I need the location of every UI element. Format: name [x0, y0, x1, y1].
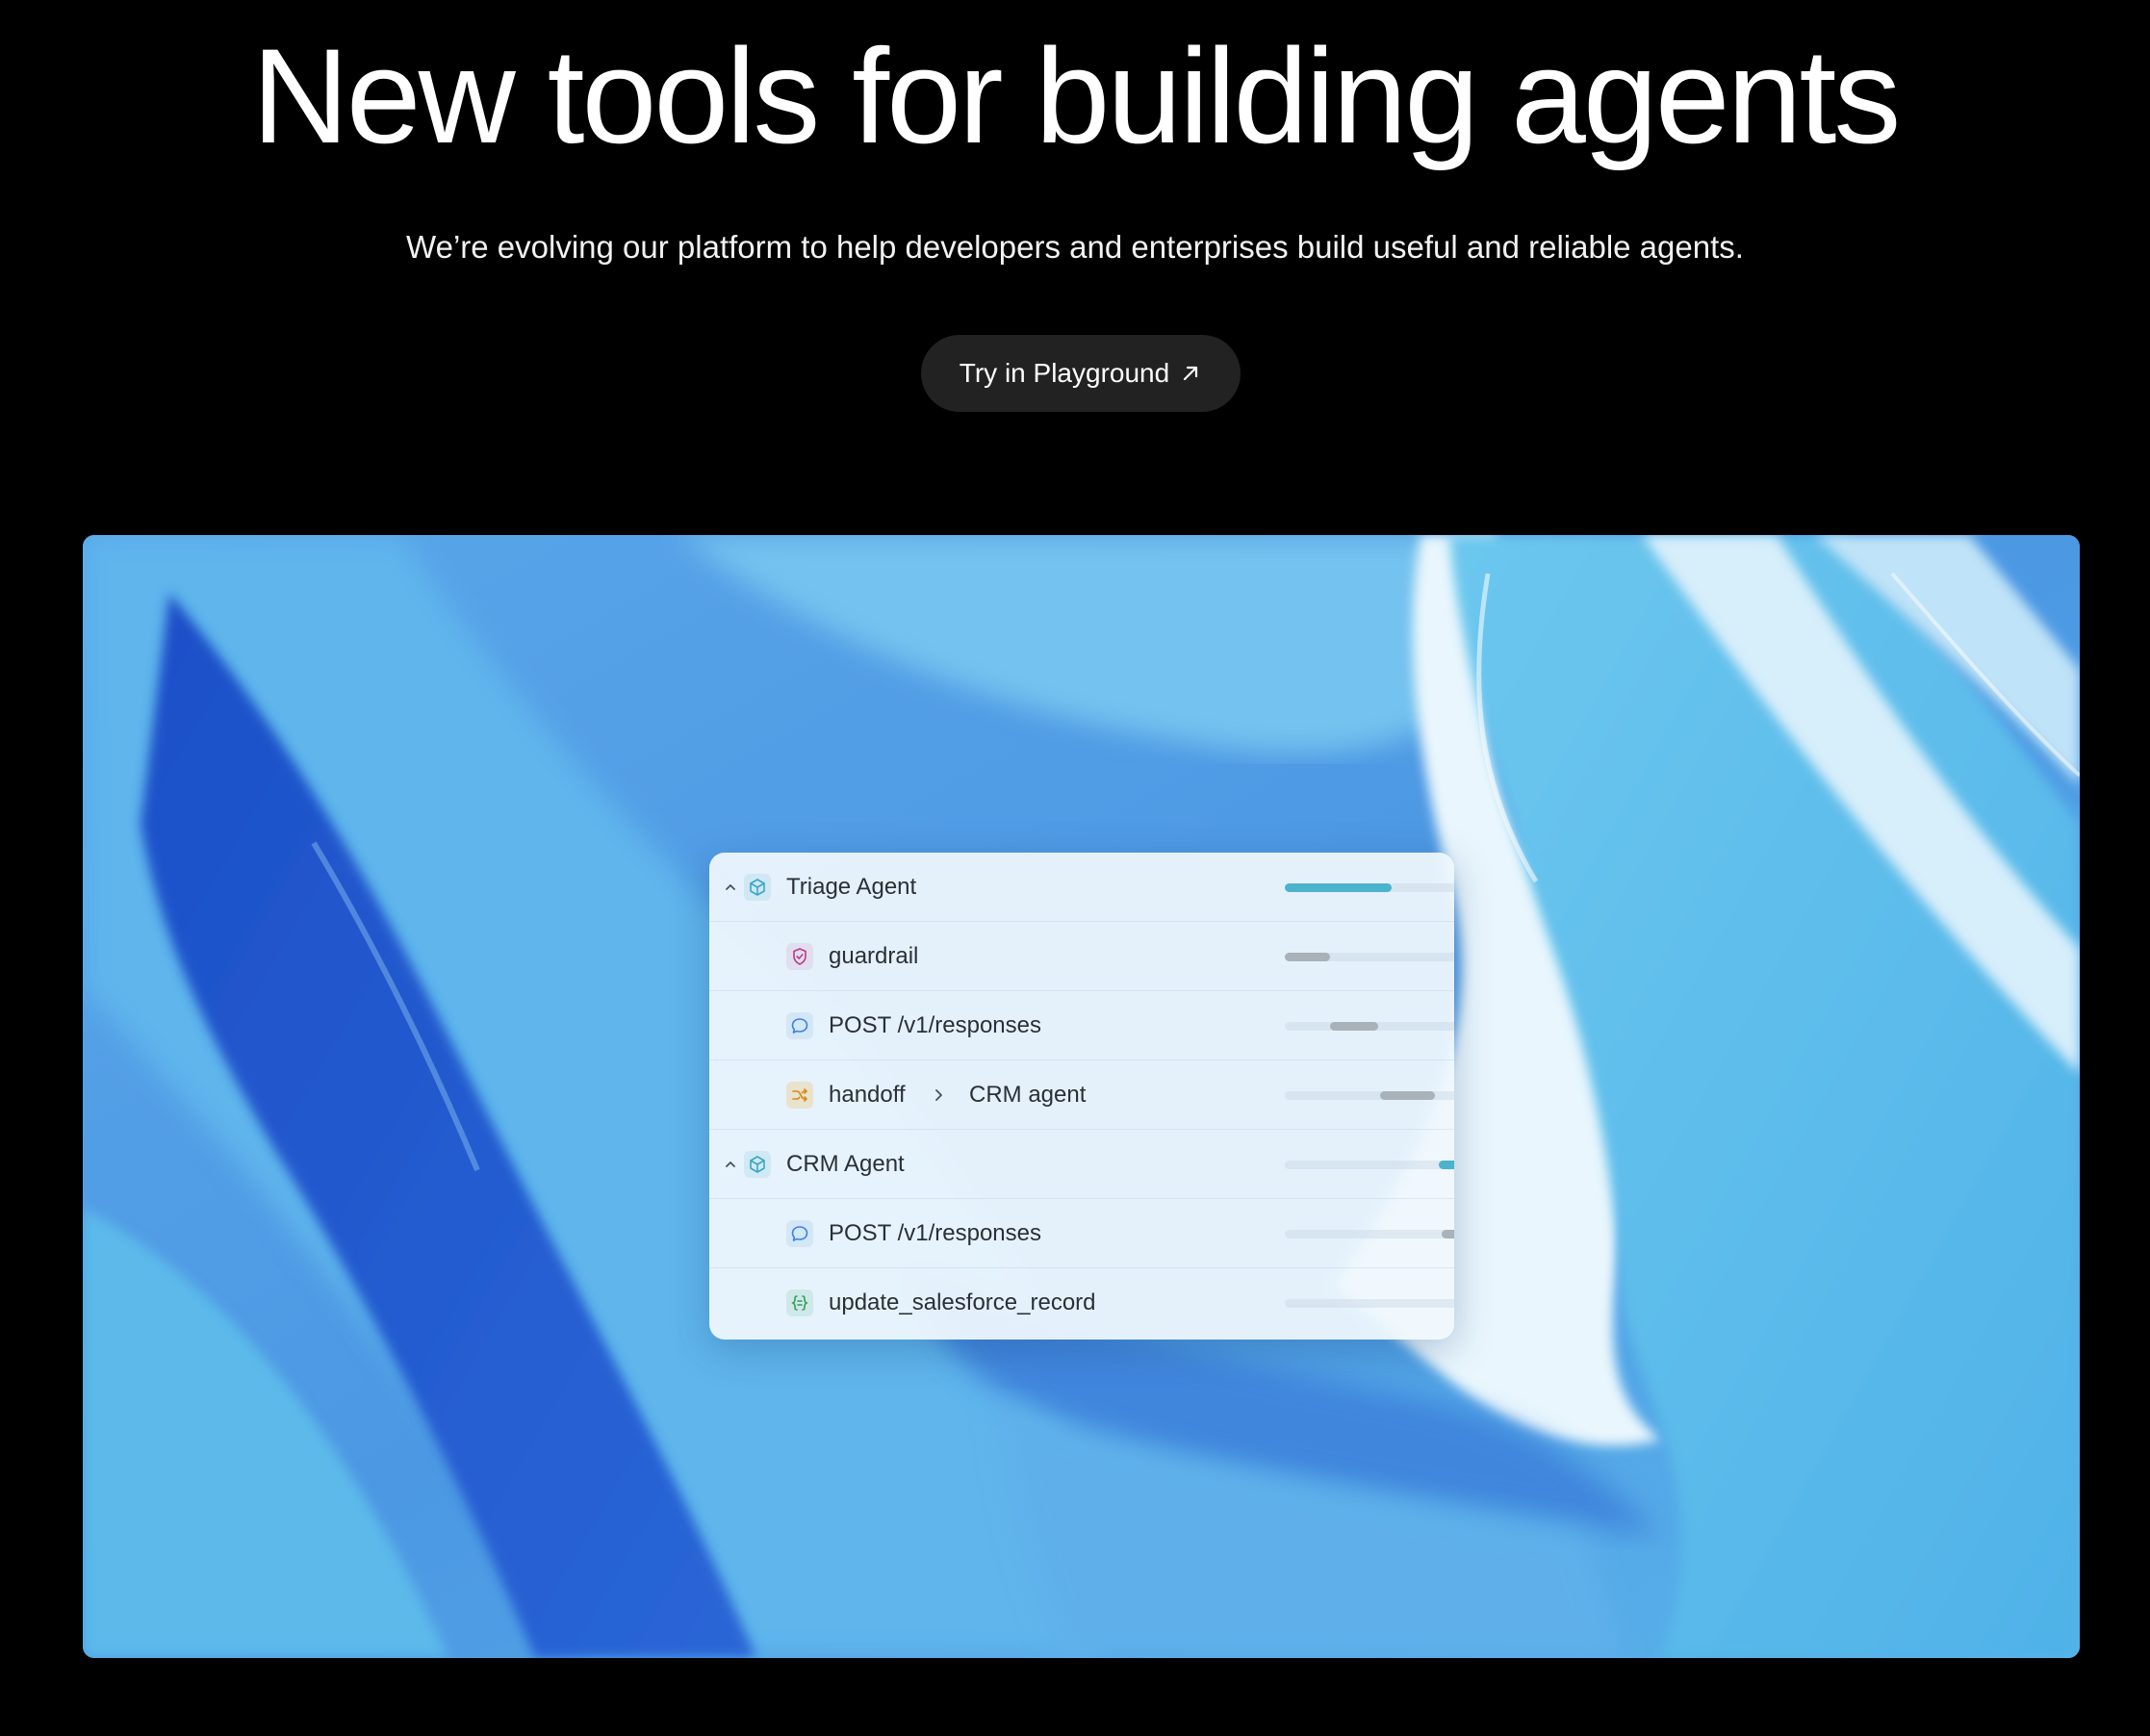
- hero-artwork: Triage Agent guardrail POST /v1/responses h…: [83, 535, 2080, 1658]
- chat-bubble-icon: [786, 1220, 813, 1247]
- trace-span-row[interactable]: guardrail: [709, 922, 1454, 991]
- handoff-target-label: CRM agent: [969, 1082, 1087, 1108]
- trace-row-label: update_salesforce_record: [829, 1289, 1096, 1315]
- trace-span-row[interactable]: POST /v1/responses: [709, 1199, 1454, 1268]
- timeline-bar: [1285, 953, 1331, 961]
- trace-row-label: Triage Agent: [786, 874, 917, 900]
- trace-agent-row[interactable]: Triage Agent: [709, 853, 1454, 922]
- timeline-bar: [1441, 1230, 1454, 1238]
- trace-span-row[interactable]: handoff CRM agent: [709, 1060, 1454, 1130]
- cube-icon: [744, 1151, 771, 1178]
- cube-icon: [744, 874, 771, 901]
- page-title: New tools for building agents: [251, 20, 1902, 171]
- function-braces-icon: [786, 1289, 813, 1316]
- chevron-right-icon: [929, 1085, 948, 1105]
- chevron-up-icon[interactable]: [721, 878, 740, 897]
- try-in-playground-button[interactable]: Try in Playground: [921, 335, 1241, 412]
- shuffle-icon: [786, 1082, 813, 1109]
- trace-row-label: POST /v1/responses: [829, 1220, 1041, 1246]
- arrow-up-right-icon: [1179, 362, 1202, 385]
- shield-icon: [786, 943, 813, 970]
- chat-bubble-icon: [786, 1012, 813, 1039]
- trace-row-label: POST /v1/responses: [829, 1012, 1041, 1038]
- timeline-bar: [1285, 883, 1392, 892]
- timeline-bar: [1439, 1161, 1454, 1169]
- timeline-track: [1285, 953, 1454, 961]
- chevron-up-icon[interactable]: [721, 1155, 740, 1174]
- page-subtitle: We’re evolving our platform to help deve…: [406, 229, 1744, 265]
- timeline-track: [1285, 883, 1454, 892]
- trace-agent-row[interactable]: CRM Agent: [709, 1130, 1454, 1199]
- trace-span-row[interactable]: POST /v1/responses: [709, 991, 1454, 1060]
- trace-row-label: handoff: [829, 1082, 906, 1108]
- timeline-bar: [1380, 1091, 1435, 1100]
- timeline-bar: [1330, 1022, 1378, 1031]
- timeline-track: [1285, 1230, 1454, 1238]
- trace-row-label: guardrail: [829, 943, 919, 969]
- trace-span-row[interactable]: update_salesforce_record: [709, 1268, 1454, 1338]
- try-in-playground-label: Try in Playground: [959, 358, 1170, 388]
- timeline-track: [1285, 1161, 1454, 1169]
- timeline-track: [1285, 1299, 1454, 1308]
- trace-panel: Triage Agent guardrail POST /v1/responses h…: [709, 853, 1454, 1340]
- timeline-track: [1285, 1091, 1454, 1100]
- timeline-track: [1285, 1022, 1454, 1031]
- trace-row-label: CRM Agent: [786, 1151, 905, 1177]
